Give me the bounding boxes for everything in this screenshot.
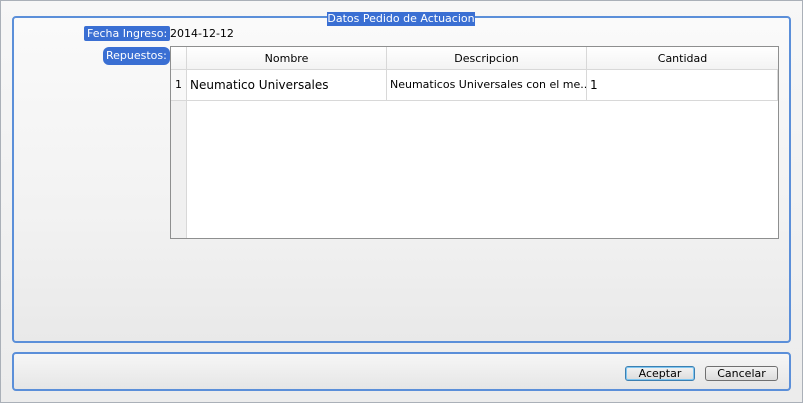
- cell-cantidad[interactable]: 1: [587, 70, 778, 100]
- table-corner[interactable]: [171, 47, 187, 69]
- column-header-descripcion[interactable]: Descripcion: [387, 47, 587, 69]
- cancelar-button[interactable]: Cancelar: [705, 366, 778, 381]
- column-header-nombre[interactable]: Nombre: [187, 47, 387, 69]
- table-header: Nombre Descripcion Cantidad: [171, 47, 778, 70]
- group-title: Datos Pedido de Actuacion: [327, 12, 475, 26]
- fecha-ingreso-label: Fecha Ingreso:: [84, 26, 171, 41]
- table-row[interactable]: Neumatico Universales Neumaticos Univers…: [187, 70, 778, 101]
- row-number[interactable]: 1: [171, 70, 186, 101]
- column-header-cantidad[interactable]: Cantidad: [587, 47, 778, 69]
- fecha-ingreso-value: 2014-12-12: [170, 27, 234, 40]
- repuestos-table[interactable]: Nombre Descripcion Cantidad 1 Neumatico …: [170, 46, 779, 239]
- cell-nombre[interactable]: Neumatico Universales: [187, 70, 387, 100]
- aceptar-button[interactable]: Aceptar: [625, 366, 695, 381]
- cell-descripcion[interactable]: Neumaticos Universales con el me...: [387, 70, 587, 100]
- repuestos-label: Repuestos:: [103, 47, 170, 65]
